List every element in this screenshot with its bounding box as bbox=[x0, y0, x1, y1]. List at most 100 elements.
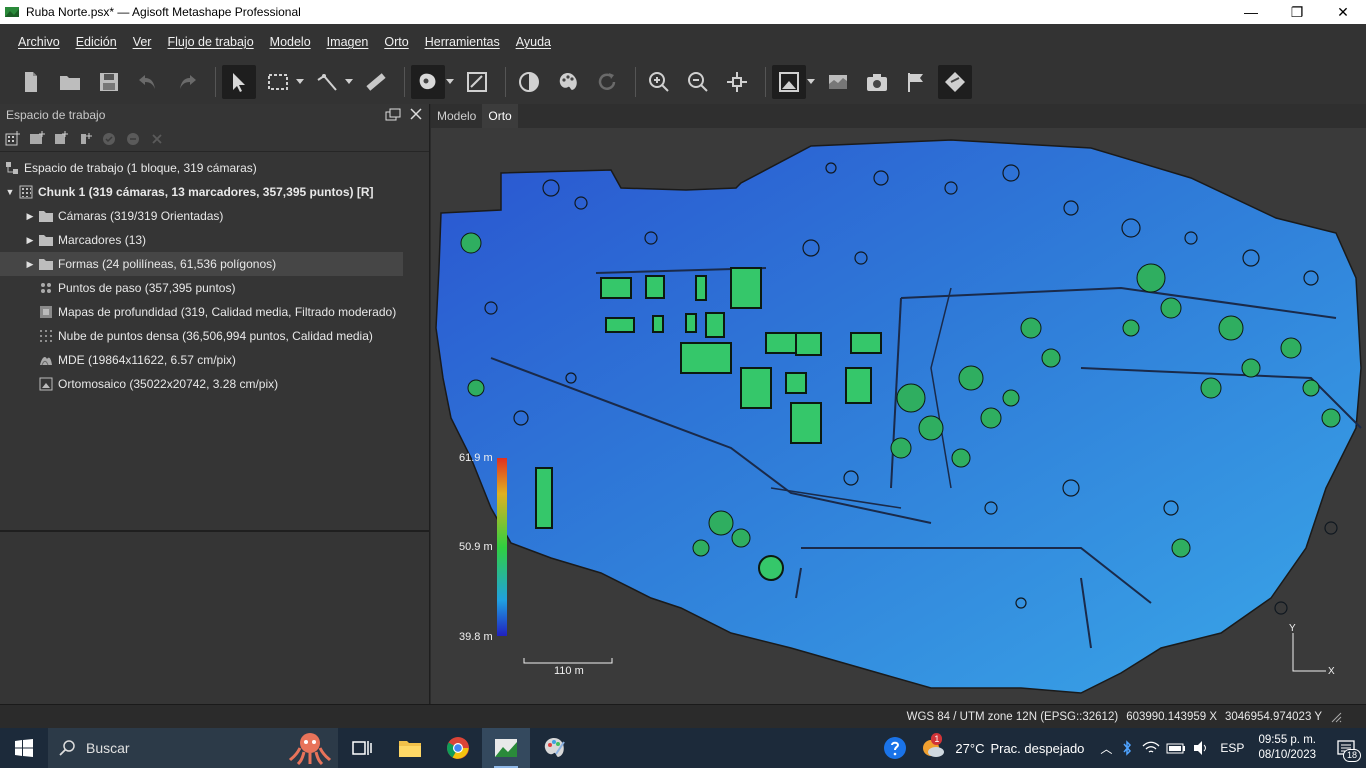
expand-arrow-icon[interactable]: ▶ bbox=[22, 208, 38, 224]
refresh-icon[interactable] bbox=[590, 65, 624, 99]
show-shapes-icon[interactable] bbox=[938, 65, 972, 99]
metashape-app-icon bbox=[5, 7, 19, 17]
metashape-taskbar-icon[interactable] bbox=[482, 728, 530, 768]
zoom-in-icon[interactable] bbox=[642, 65, 676, 99]
disable-icon[interactable] bbox=[124, 130, 142, 148]
menu-ayuda[interactable]: Ayuda bbox=[508, 35, 559, 49]
battery-icon[interactable] bbox=[1166, 742, 1186, 754]
taskbar-clock[interactable]: 09:55 p. m. 08/10/2023 bbox=[1258, 733, 1316, 763]
view-tabs: Modelo Orto bbox=[431, 104, 1366, 128]
redo-icon[interactable] bbox=[170, 65, 204, 99]
remove-icon[interactable] bbox=[148, 130, 166, 148]
tree-item-cameras[interactable]: ▶ Cámaras (319/319 Orientadas) bbox=[0, 204, 429, 228]
rectangle-selection-icon[interactable] bbox=[261, 65, 295, 99]
tree-item-orthomosaic[interactable]: Ortomosaico (35022x20742, 3.28 cm/pix) bbox=[0, 372, 429, 396]
tree-item-dem[interactable]: MDE (19864x11622, 6.57 cm/pix) bbox=[0, 348, 429, 372]
ruler-icon[interactable] bbox=[359, 65, 393, 99]
menu-ver[interactable]: Ver bbox=[125, 35, 160, 49]
close-button[interactable]: ✕ bbox=[1320, 0, 1366, 24]
expand-arrow-icon[interactable]: ▶ bbox=[22, 232, 38, 248]
tree-item-label: MDE (19864x11622, 6.57 cm/pix) bbox=[58, 353, 236, 367]
add-chunk-icon[interactable] bbox=[4, 130, 22, 148]
enable-icon[interactable] bbox=[100, 130, 118, 148]
file-explorer-icon[interactable] bbox=[386, 728, 434, 768]
open-folder-icon[interactable] bbox=[53, 65, 87, 99]
collapse-arrow-icon[interactable]: ▼ bbox=[2, 184, 18, 200]
restore-button[interactable]: ❐ bbox=[1274, 0, 1320, 24]
toolbar-separator bbox=[404, 67, 405, 97]
menu-orto[interactable]: Orto bbox=[376, 35, 416, 49]
wifi-icon[interactable] bbox=[1142, 741, 1160, 755]
folder-icon bbox=[38, 232, 54, 248]
weather-condition[interactable]: Prac. despejado bbox=[990, 741, 1084, 756]
ruler-measure-icon[interactable] bbox=[310, 65, 344, 99]
task-view-icon[interactable] bbox=[338, 728, 386, 768]
tab-orto[interactable]: Orto bbox=[482, 104, 518, 128]
dem-map[interactable] bbox=[431, 128, 1366, 704]
selection-dropdown-icon[interactable] bbox=[296, 65, 304, 99]
menu-archivo[interactable]: Archivo bbox=[10, 35, 68, 49]
weather-widget-icon[interactable]: 1 bbox=[921, 733, 947, 760]
weather-temperature[interactable]: 27°C bbox=[955, 741, 984, 756]
save-icon[interactable] bbox=[92, 65, 126, 99]
ortho-dropdown-icon[interactable] bbox=[807, 65, 815, 99]
paint-app-icon[interactable] bbox=[530, 728, 578, 768]
tree-item-label: Marcadores (13) bbox=[58, 233, 147, 247]
tree-item-label: Formas (24 polilíneas, 61,536 polígonos) bbox=[58, 257, 277, 271]
edit-orthomosaic-icon[interactable] bbox=[460, 65, 494, 99]
resize-grip-icon[interactable] bbox=[1330, 711, 1342, 723]
tree-item-depth-maps[interactable]: Mapas de profundidad (319, Calidad media… bbox=[0, 300, 429, 324]
reset-view-icon[interactable] bbox=[720, 65, 754, 99]
palette-icon[interactable] bbox=[551, 65, 585, 99]
draw-shape-icon[interactable] bbox=[411, 65, 445, 99]
octopus-search-highlight-icon bbox=[288, 733, 332, 766]
tree-item-dense-cloud[interactable]: Nube de puntos densa (36,506,994 puntos,… bbox=[0, 324, 429, 348]
show-dem-icon[interactable] bbox=[821, 65, 855, 99]
menu-modelo[interactable]: Modelo bbox=[262, 35, 319, 49]
tree-item-tie-points[interactable]: Puntos de paso (357,395 puntos) bbox=[0, 276, 429, 300]
undock-icon[interactable] bbox=[385, 107, 401, 123]
new-file-icon[interactable] bbox=[14, 65, 48, 99]
volume-icon[interactable] bbox=[1192, 740, 1210, 756]
notifications-icon[interactable]: 18 bbox=[1326, 728, 1366, 768]
menu-edicion[interactable]: Edición bbox=[68, 35, 125, 49]
show-orthomosaic-icon[interactable] bbox=[772, 65, 806, 99]
tree-item-label: Nube de puntos densa (36,506,994 puntos,… bbox=[58, 329, 373, 343]
add-photos-icon[interactable] bbox=[28, 130, 46, 148]
menu-herramientas[interactable]: Herramientas bbox=[417, 35, 508, 49]
tree-item-markers[interactable]: ▶ Marcadores (13) bbox=[0, 228, 429, 252]
minimize-button[interactable]: — bbox=[1228, 0, 1274, 24]
tree-item-chunk[interactable]: ▼ Chunk 1 (319 cámaras, 13 marcadores, 3… bbox=[0, 180, 429, 204]
notification-count: 18 bbox=[1342, 749, 1361, 762]
close-panel-icon[interactable] bbox=[409, 107, 423, 121]
add-marker-icon[interactable] bbox=[52, 130, 70, 148]
taskbar-search-box[interactable]: Buscar bbox=[48, 728, 338, 768]
workspace-toolbar bbox=[0, 126, 429, 152]
menu-flujo-de-trabajo[interactable]: Flujo de trabajo bbox=[159, 35, 261, 49]
expand-arrow-icon[interactable]: ▶ bbox=[22, 256, 38, 272]
windows-start-icon[interactable] bbox=[0, 728, 48, 768]
tree-item-workspace[interactable]: Espacio de trabajo (1 bloque, 319 cámara… bbox=[0, 156, 429, 180]
tab-modelo[interactable]: Modelo bbox=[431, 104, 482, 128]
bluetooth-icon[interactable] bbox=[1122, 740, 1132, 756]
show-markers-icon[interactable] bbox=[899, 65, 933, 99]
show-cameras-icon[interactable] bbox=[860, 65, 894, 99]
undo-icon[interactable] bbox=[131, 65, 165, 99]
panel-splitter[interactable] bbox=[0, 530, 430, 532]
tray-overflow-icon[interactable]: ︿ bbox=[1100, 740, 1112, 757]
ortho-viewport[interactable]: 61.9 m 50.9 m 39.8 m 110 m Y X bbox=[431, 128, 1366, 704]
dem-icon bbox=[38, 352, 54, 368]
input-language[interactable]: ESP bbox=[1220, 741, 1244, 755]
chrome-icon[interactable] bbox=[434, 728, 482, 768]
navigation-cursor-icon[interactable] bbox=[222, 65, 256, 99]
clock-time: 09:55 p. m. bbox=[1258, 734, 1316, 746]
add-scalebar-icon[interactable] bbox=[76, 130, 94, 148]
help-icon[interactable] bbox=[883, 736, 907, 760]
zoom-out-icon[interactable] bbox=[681, 65, 715, 99]
folder-icon bbox=[38, 256, 54, 272]
shape-dropdown-icon[interactable] bbox=[446, 65, 454, 99]
tree-item-shapes[interactable]: ▶ Formas (24 polilíneas, 61,536 polígono… bbox=[0, 252, 403, 276]
menu-imagen[interactable]: Imagen bbox=[319, 35, 377, 49]
contrast-icon[interactable] bbox=[512, 65, 546, 99]
measure-dropdown-icon[interactable] bbox=[345, 65, 353, 99]
